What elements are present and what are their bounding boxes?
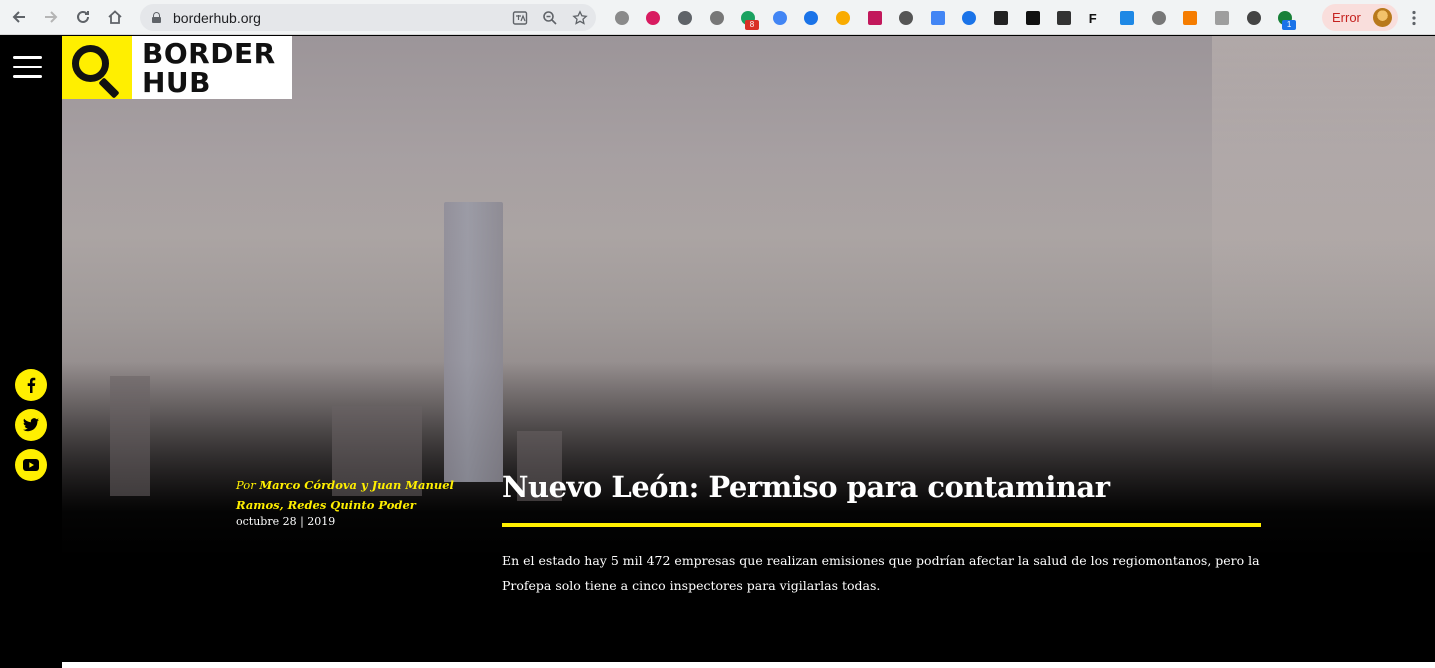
extensions-bar: 8 F 1 — [606, 0, 1301, 35]
youtube-icon — [23, 459, 39, 471]
camera-gray-ext-icon — [1215, 10, 1230, 25]
extension-button[interactable]: 1 — [1269, 0, 1301, 35]
facebook-icon — [27, 377, 36, 393]
facebook-link[interactable] — [15, 369, 47, 401]
article-date: octubre 28 | 2019 — [236, 515, 336, 528]
search-orange-ext-icon — [1183, 10, 1198, 25]
zero-ext-icon — [899, 10, 914, 25]
zoom-icon[interactable] — [542, 10, 558, 26]
web-page: BORDER HUB Por Marco Córdova y Juan Manu… — [0, 36, 1435, 668]
profile-error-button[interactable]: Error — [1322, 4, 1398, 31]
back-button[interactable] — [6, 4, 32, 30]
site-logo[interactable]: BORDER HUB — [62, 36, 292, 99]
extension-badge: 1 — [1282, 20, 1297, 30]
url-text[interactable]: borderhub.org — [173, 10, 261, 26]
twitter-icon — [23, 418, 39, 432]
window-ext-icon — [1120, 10, 1135, 25]
hamburger-line — [13, 56, 42, 59]
settings-ext-icon — [1151, 10, 1166, 25]
article-title[interactable]: Nuevo León: Permiso para contaminar — [502, 470, 1110, 504]
more-vertical-icon — [1412, 10, 1416, 25]
extension-button[interactable] — [922, 0, 954, 35]
logo-line2: HUB — [142, 66, 212, 99]
feather-ext-icon — [772, 10, 787, 25]
left-sidebar — [0, 36, 62, 668]
hamburger-line — [13, 65, 42, 68]
title-underline — [502, 523, 1261, 527]
skyscraper-silhouette — [444, 202, 503, 482]
extension-button[interactable] — [954, 0, 986, 35]
extension-button[interactable] — [1112, 0, 1144, 35]
columns-ext-icon — [1025, 10, 1040, 25]
reload-icon — [77, 10, 89, 23]
camera-ext-icon — [993, 10, 1008, 25]
menu-button[interactable] — [13, 56, 42, 78]
extension-button[interactable] — [985, 0, 1017, 35]
magnifier-logo-icon — [62, 36, 132, 99]
arrow-right-icon — [45, 11, 58, 23]
youtube-link[interactable] — [15, 449, 47, 481]
address-bar[interactable]: borderhub.org — [140, 4, 596, 31]
extension-button[interactable] — [859, 0, 891, 35]
extension-button[interactable] — [796, 0, 828, 35]
circle-ext-icon — [677, 10, 692, 25]
gear-swirl-ext-icon — [709, 10, 724, 25]
byline-prefix: Por — [236, 478, 256, 492]
extension-badge: 8 — [744, 20, 759, 30]
hamburger-line — [13, 75, 42, 78]
byline-authors[interactable]: Marco Córdova y Juan Manuel Ramos, Redes… — [236, 478, 454, 512]
extension-button[interactable] — [1017, 0, 1049, 35]
extension-button[interactable]: 8 — [732, 0, 764, 35]
lock-icon — [152, 12, 161, 23]
avatar — [1373, 8, 1392, 27]
home-icon — [108, 10, 122, 24]
article-byline: Por Marco Córdova y Juan Manuel Ramos, R… — [236, 475, 476, 515]
extension-button[interactable] — [1175, 0, 1207, 35]
extension-button[interactable] — [669, 0, 701, 35]
reload-button[interactable] — [70, 4, 96, 30]
extension-button[interactable] — [1206, 0, 1238, 35]
extension-button[interactable] — [1143, 0, 1175, 35]
extension-button[interactable] — [1048, 0, 1080, 35]
arrow-left-icon — [12, 11, 25, 23]
eyedropper-ext-icon — [614, 10, 629, 25]
extension-button[interactable] — [1238, 0, 1270, 35]
extension-button[interactable] — [890, 0, 922, 35]
home-button[interactable] — [102, 4, 128, 30]
eye-ext-icon — [962, 10, 977, 25]
extension-button[interactable] — [638, 0, 670, 35]
extension-button[interactable] — [827, 0, 859, 35]
extension-button[interactable]: F — [1080, 0, 1112, 35]
twitter-link[interactable] — [15, 409, 47, 441]
translate-icon[interactable] — [512, 10, 528, 26]
extension-button[interactable] — [764, 0, 796, 35]
m-ext-icon — [646, 10, 661, 25]
article-summary: En el estado hay 5 mil 472 empresas que … — [502, 553, 1260, 593]
browser-toolbar: borderhub.org 8 F 1 Error — [0, 0, 1435, 35]
logo-line1: BORDER — [142, 37, 276, 70]
graduation-cap-ext-icon — [804, 10, 819, 25]
page-bottom-strip — [62, 662, 1435, 668]
extension-button[interactable] — [606, 0, 638, 35]
invid-ext-icon — [1057, 10, 1072, 25]
star-icon[interactable] — [572, 9, 588, 26]
error-label: Error — [1332, 10, 1361, 25]
forward-button[interactable] — [38, 4, 64, 30]
pin-ext-icon — [1246, 10, 1261, 25]
logo-wordmark: BORDER HUB — [132, 36, 276, 99]
extension-button[interactable] — [701, 0, 733, 35]
skyline-silhouette — [110, 376, 150, 496]
f-ext-icon: F — [1088, 10, 1097, 26]
translate-ext-icon — [930, 10, 945, 25]
browser-menu-button[interactable] — [1404, 0, 1424, 35]
sun-ext-icon — [835, 10, 850, 25]
card-ext-icon — [867, 10, 882, 25]
